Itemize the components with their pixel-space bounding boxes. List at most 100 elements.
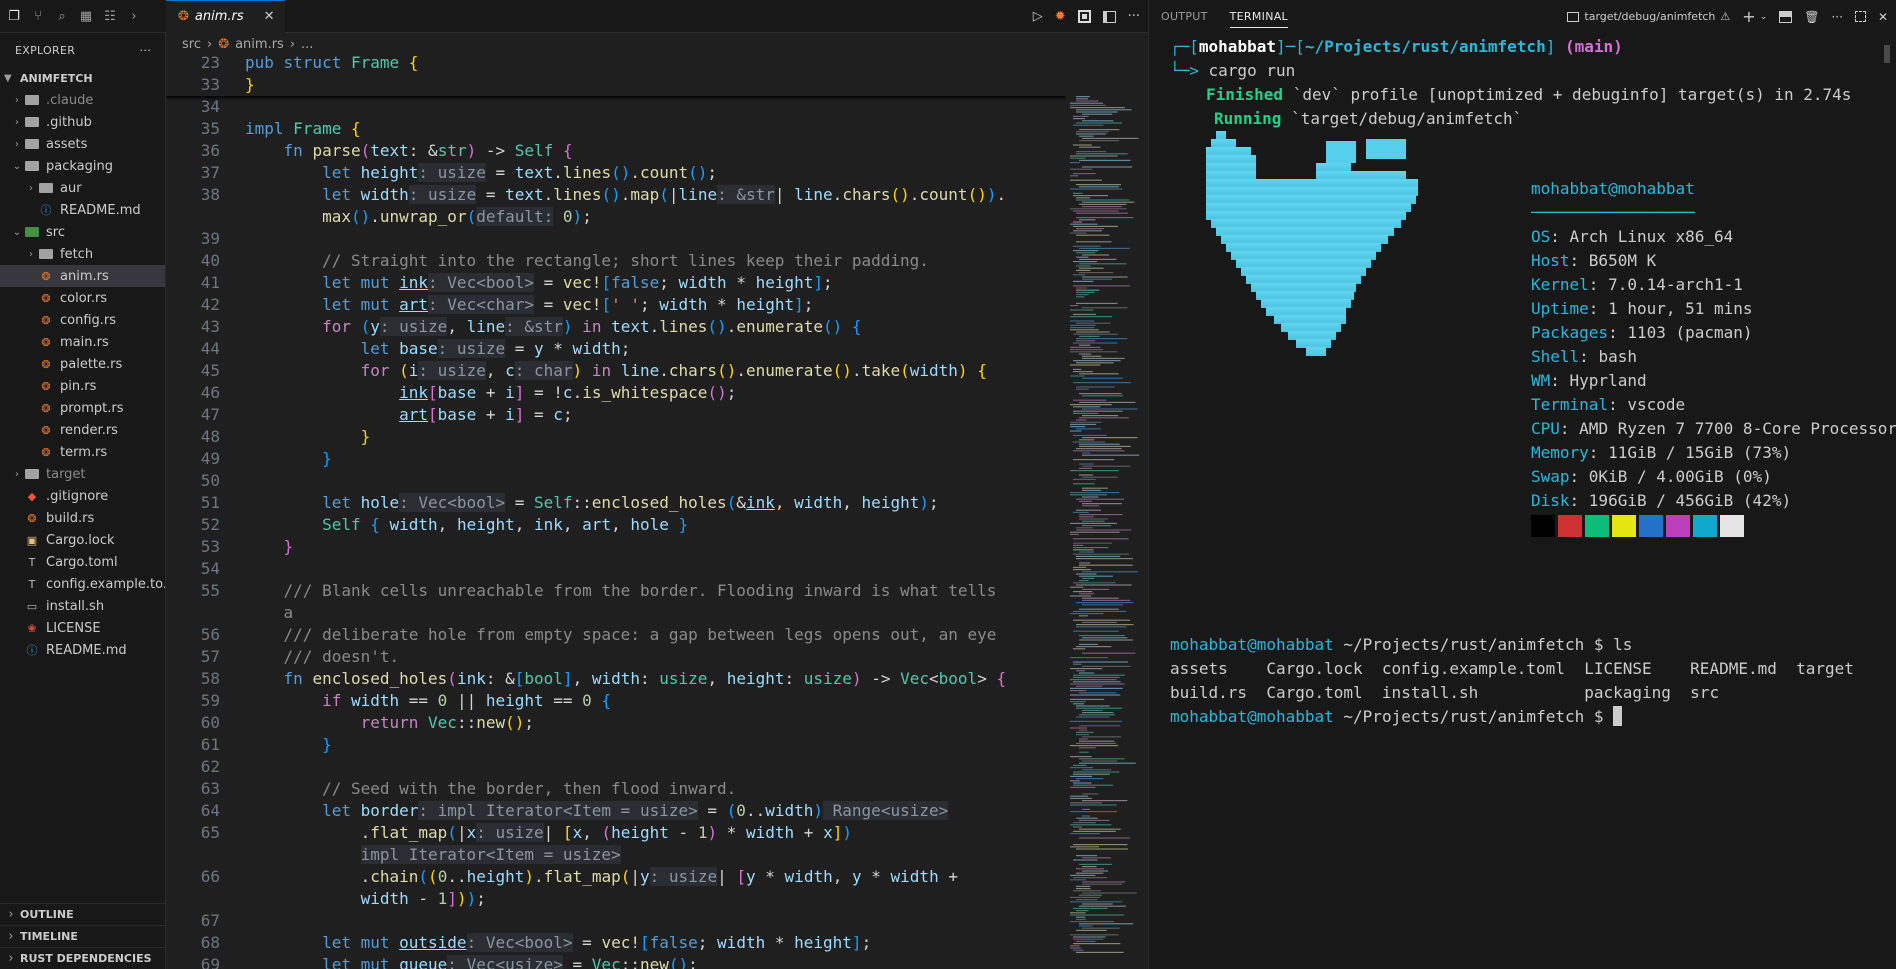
tree-item-build-rs[interactable]: ❂ build.rs xyxy=(0,507,165,529)
tree-item-packaging[interactable]: ⌄ packaging xyxy=(0,155,165,177)
tree-item-github[interactable]: › .github xyxy=(0,111,165,133)
breadcrumb-symbol[interactable]: ... xyxy=(301,37,313,52)
tab-terminal[interactable]: TERMINAL xyxy=(1219,0,1299,33)
more-icon[interactable]: ··· xyxy=(1128,9,1140,24)
minimap-line xyxy=(1076,705,1110,707)
code-token: = xyxy=(505,339,534,358)
code-token: | xyxy=(717,867,737,886)
code-token: height xyxy=(861,493,920,512)
tree-item-config-example-to[interactable]: Tconfig.example.to... xyxy=(0,573,165,595)
tree-item-fetch[interactable]: › fetch xyxy=(0,243,165,265)
tree-item-readme-md[interactable]: ⓘ README.md xyxy=(0,199,165,221)
tree-item-color-rs[interactable]: ❂ color.rs xyxy=(0,287,165,309)
extensions-icon[interactable]: ▦ xyxy=(76,6,96,26)
minimap-line xyxy=(1070,305,1079,307)
chevron-right-icon: › xyxy=(15,116,19,128)
maximize-icon[interactable] xyxy=(1854,11,1866,22)
explorer-header: EXPLORER ··· xyxy=(0,33,165,67)
code-text: for (i: usize, c: char) in line.chars().… xyxy=(245,360,987,382)
trash-icon[interactable]: 🗑 xyxy=(1804,10,1819,24)
line-number: 49 xyxy=(200,449,220,468)
tree-item-anim-rs[interactable]: ❂ anim.rs xyxy=(0,265,165,287)
tree-item-license[interactable]: ❀ LICENSE xyxy=(0,617,165,639)
more-actions-icon[interactable]: ··· xyxy=(140,44,151,57)
tree-item-gitignore[interactable]: ◆ .gitignore xyxy=(0,485,165,507)
section-timeline[interactable]: › TIMELINE xyxy=(0,925,165,947)
breadcrumb-src[interactable]: src xyxy=(182,37,201,52)
rust-file-icon: ❂ xyxy=(41,401,51,415)
chevron-down-icon[interactable]: ⌄ xyxy=(1760,12,1768,22)
tree-item-config-rs[interactable]: ❂ config.rs xyxy=(0,309,165,331)
workspace-root[interactable]: ▼ ANIMFETCH xyxy=(0,67,165,89)
tab-output[interactable]: OUTPUT xyxy=(1150,0,1219,33)
section-outline[interactable]: › OUTLINE xyxy=(0,903,165,925)
code-token: max xyxy=(322,207,351,226)
remote-explorer-icon[interactable]: ☷ xyxy=(100,6,120,26)
breadcrumb-file[interactable]: anim.rs xyxy=(235,37,284,52)
tree-item-palette-rs[interactable]: ❂ palette.rs xyxy=(0,353,165,375)
palette-swatch xyxy=(1585,515,1609,537)
run-icon[interactable]: ▷ xyxy=(1033,9,1043,24)
tree-item-prompt-rs[interactable]: ❂ prompt.rs xyxy=(0,397,165,419)
fetch-sep: : xyxy=(1550,371,1570,390)
tree-item-pin-rs[interactable]: ❂ pin.rs xyxy=(0,375,165,397)
add-icon[interactable]: + xyxy=(1742,7,1755,26)
code-token: + xyxy=(794,823,824,842)
minimap-line xyxy=(1079,344,1091,346)
tree-item-aur[interactable]: › aur xyxy=(0,177,165,199)
minimap-line xyxy=(1073,663,1082,665)
minimap-line xyxy=(1076,509,1102,511)
tree-item-assets[interactable]: › assets xyxy=(0,133,165,155)
cursor xyxy=(1613,706,1623,726)
prompt-path: ~/Projects/rust/animfetch xyxy=(1304,37,1546,56)
code-token: ; xyxy=(803,295,814,314)
code-token: ) xyxy=(842,823,852,842)
tree-item-cargo-lock[interactable]: ▣ Cargo.lock xyxy=(0,529,165,551)
fetch-header: mohabbat@mohabbat xyxy=(1531,179,1695,198)
chevron-right-icon[interactable]: › xyxy=(124,6,144,26)
fetch-value: bash xyxy=(1598,347,1637,366)
terminal-scrollbar[interactable] xyxy=(1884,45,1890,63)
tree-item-claude[interactable]: › .claude xyxy=(0,89,165,111)
code-token: } xyxy=(360,427,371,446)
terminal-instance[interactable]: target/debug/animfetch ⚠ xyxy=(1567,10,1730,23)
section-rust-dependencies[interactable]: › RUST DEPENDENCIES xyxy=(0,947,165,969)
tree-item-readme-md[interactable]: ⓘ README.md xyxy=(0,639,165,661)
minimap-line xyxy=(1079,738,1088,740)
inlay-hint: : Vec<bool> xyxy=(466,933,573,952)
minimap-line xyxy=(1073,250,1099,252)
split-editor-icon[interactable] xyxy=(1102,10,1116,23)
terminal[interactable]: ┌─[mohabbat]─[~/Projects/rust/animfetch]… xyxy=(1170,35,1896,965)
close-icon[interactable]: ✕ xyxy=(264,9,275,24)
tree-item-install-sh[interactable]: ▭ install.sh xyxy=(0,595,165,617)
code-token: ] xyxy=(514,405,525,424)
minimap-line xyxy=(1079,580,1089,582)
close-icon[interactable]: ✕ xyxy=(1878,10,1888,24)
minimap-line xyxy=(1073,173,1096,175)
tree-item-label: palette.rs xyxy=(60,356,123,372)
minimap[interactable] xyxy=(1066,52,1146,969)
ls-output-row: build.rs Cargo.toml install.sh packaging… xyxy=(1170,683,1720,702)
tree-item-src[interactable]: ⌄ src xyxy=(0,221,165,243)
code-line: 48 } xyxy=(166,426,1066,448)
files-icon[interactable]: ❐ xyxy=(4,6,24,26)
tree-item-term-rs[interactable]: ❂ term.rs xyxy=(0,441,165,463)
minimap-line xyxy=(1070,698,1105,700)
more-icon[interactable]: ··· xyxy=(1831,10,1842,24)
tree-item-main-rs[interactable]: ❂ main.rs xyxy=(0,331,165,353)
source-control-icon[interactable]: ⑂ xyxy=(28,6,48,26)
code-view[interactable]: 23 pub struct Frame {33} 34 35 impl Frame {3… xyxy=(166,52,1066,969)
split-terminal-icon[interactable] xyxy=(1779,10,1793,23)
code-line: 56 /// deliberate hole from empty space:… xyxy=(166,624,1066,646)
debug-icon[interactable]: ✹ xyxy=(1055,9,1066,24)
code-line: width - 1])); xyxy=(166,888,1066,910)
tree-item-render-rs[interactable]: ❂ render.rs xyxy=(0,419,165,441)
tab-anim-rs[interactable]: ❂ anim.rs ✕ xyxy=(166,0,285,33)
search-icon[interactable]: ⌕ xyxy=(52,6,72,26)
tree-item-cargo-toml[interactable]: T Cargo.toml xyxy=(0,551,165,573)
tree-item-target[interactable]: › target xyxy=(0,463,165,485)
toggle-icon[interactable] xyxy=(1077,10,1091,23)
